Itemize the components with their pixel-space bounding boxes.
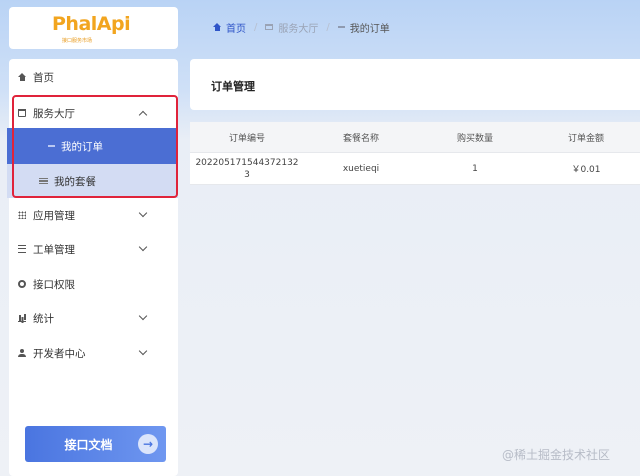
amount-cell: ￥0.01 bbox=[571, 165, 601, 175]
chevron-down-icon bbox=[138, 208, 148, 218]
list-icon bbox=[18, 245, 26, 253]
chevron-up-icon bbox=[138, 110, 148, 120]
breadcrumb-home[interactable]: 首页 bbox=[226, 20, 246, 35]
column-header-package: 套餐名称 bbox=[342, 133, 379, 144]
logo-card[interactable]: PhalApi 接口服务市场 bbox=[9, 7, 178, 49]
watermark: @稀土掘金技术社区 bbox=[502, 448, 611, 462]
sidebar-item-service-hall[interactable]: 服务大厅 bbox=[0, 96, 169, 130]
dash-icon bbox=[337, 26, 345, 28]
user-icon bbox=[18, 349, 26, 357]
sidebar-item-app-management[interactable]: 应用管理 bbox=[0, 198, 169, 232]
breadcrumb: 首页 / 服务大厅 / 我的订单 bbox=[213, 20, 390, 35]
sidebar-item-label: 应用管理 bbox=[33, 209, 75, 222]
cart-icon bbox=[18, 109, 26, 117]
sidebar-item-label: 服务大厅 bbox=[33, 107, 75, 120]
chevron-down-icon bbox=[138, 311, 148, 321]
logo: PhalApi bbox=[52, 13, 131, 35]
sidebar-item-home[interactable]: 首页 bbox=[0, 60, 169, 94]
home-icon bbox=[213, 23, 221, 31]
table-header: 订单编号 套餐名称 购买数量 订单金额 bbox=[190, 122, 640, 153]
arrow-right-icon: → bbox=[138, 434, 158, 454]
quantity-cell: 1 bbox=[472, 163, 478, 174]
sidebar-item-label: 开发者中心 bbox=[33, 347, 86, 360]
sidebar-item-api-permissions[interactable]: 接口权限 bbox=[0, 267, 169, 301]
home-icon bbox=[18, 73, 26, 81]
package-cell: xuetieqi bbox=[342, 163, 380, 174]
sidebar-item-statistics[interactable]: 统计 bbox=[0, 301, 169, 335]
sidebar-item-developer-center[interactable]: 开发者中心 bbox=[0, 336, 169, 370]
sidebar-subitem-label: 我的套餐 bbox=[54, 175, 96, 188]
sidebar-item-ticket-management[interactable]: 工单管理 bbox=[0, 232, 169, 266]
column-header-quantity: 购买数量 bbox=[456, 133, 493, 144]
list-icon bbox=[39, 178, 48, 184]
orders-table: 订单编号 套餐名称 购买数量 订单金额 202205171544372132 3… bbox=[190, 122, 640, 185]
order-no-cell: 202205171544372132 3 bbox=[195, 157, 299, 180]
breadcrumb-separator: / bbox=[326, 21, 330, 33]
table-row[interactable]: 202205171544372132 3 xuetieqi 1 ￥0.01 bbox=[190, 153, 640, 185]
sidebar-item-label: 首页 bbox=[33, 71, 54, 84]
chevron-down-icon bbox=[138, 346, 148, 356]
breadcrumb-separator: / bbox=[254, 21, 258, 33]
sidebar-subitem-label: 我的订单 bbox=[61, 140, 103, 153]
gear-icon bbox=[18, 280, 26, 288]
breadcrumb-service-hall[interactable]: 服务大厅 bbox=[278, 20, 318, 35]
column-header-amount: 订单金额 bbox=[567, 133, 604, 144]
grid-icon bbox=[18, 211, 26, 219]
cart-icon bbox=[265, 24, 274, 30]
sidebar-item-label: 工单管理 bbox=[33, 243, 75, 256]
sidebar-item-label: 统计 bbox=[33, 312, 54, 325]
logo-subtitle: 接口服务市场 bbox=[62, 38, 93, 44]
api-docs-button[interactable]: 接口文档 → bbox=[25, 426, 166, 462]
sidebar-subitem-my-orders[interactable]: 我的订单 bbox=[7, 128, 178, 164]
page-title: 订单管理 bbox=[211, 80, 255, 93]
api-docs-button-label: 接口文档 bbox=[64, 437, 113, 452]
bar-chart-icon bbox=[18, 314, 26, 322]
chevron-down-icon bbox=[138, 242, 148, 252]
sidebar: PhalApi 接口服务市场 首页 服务大厅 我的订单 我的套餐 应用管理 工单… bbox=[0, 0, 180, 476]
column-header-order-no: 订单编号 bbox=[228, 133, 265, 144]
breadcrumb-current: 我的订单 bbox=[349, 23, 390, 35]
sidebar-subitem-my-packages[interactable]: 我的套餐 bbox=[7, 164, 178, 198]
page-title-card: 订单管理 bbox=[190, 59, 640, 110]
sidebar-item-label: 接口权限 bbox=[33, 278, 75, 291]
dash-icon bbox=[48, 145, 55, 147]
